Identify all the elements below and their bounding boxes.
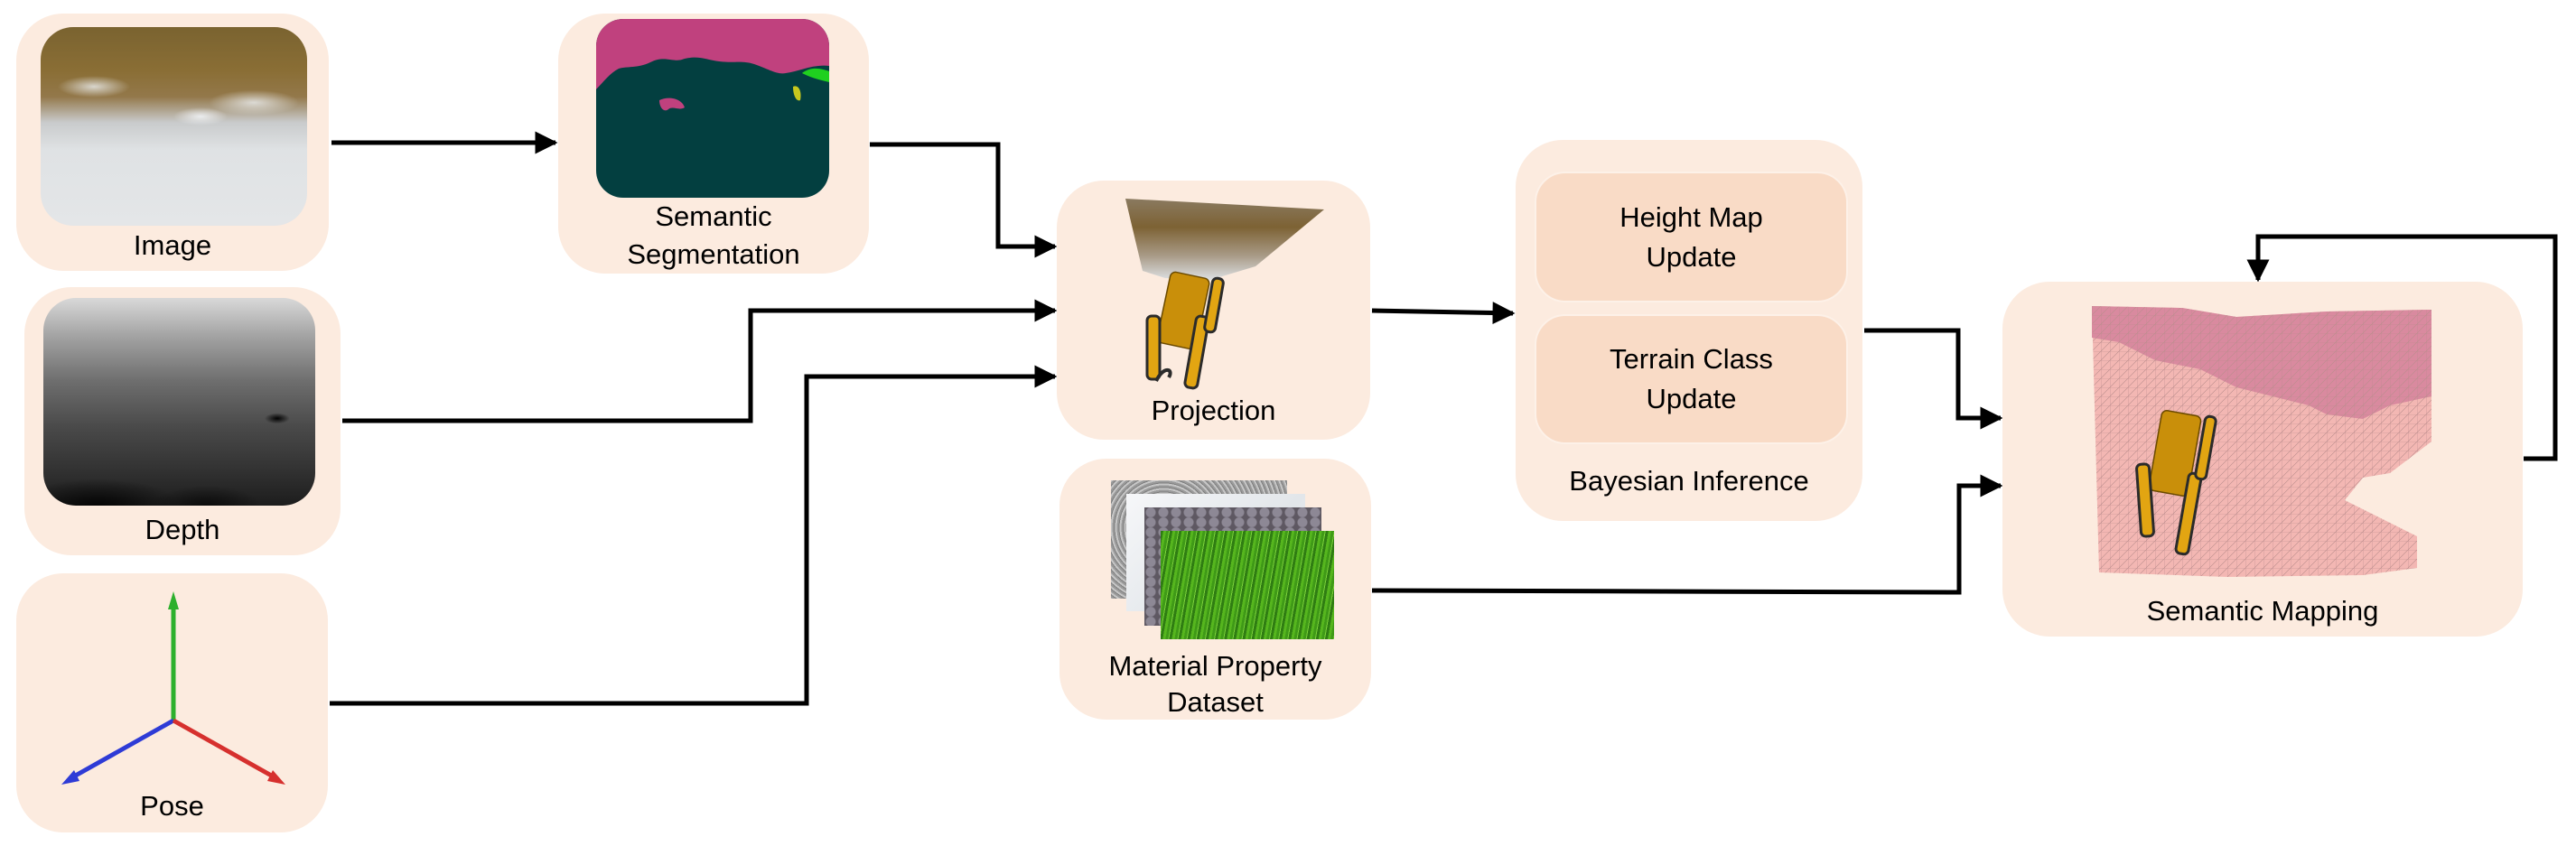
robot-on-semantic-mesh-map bbox=[2092, 306, 2431, 577]
node-semantic-segmentation-label-line1: Semantic bbox=[655, 200, 772, 232]
node-semantic-mapping[interactable]: Semantic Mapping bbox=[2002, 282, 2523, 637]
edge-depth-to-projection bbox=[342, 299, 1058, 423]
node-image[interactable]: Image bbox=[16, 14, 329, 271]
node-material-property-dataset[interactable]: Material Property Dataset bbox=[1059, 459, 1371, 720]
node-bayesian-inference[interactable]: Height Map Update Terrain Class Update B… bbox=[1516, 140, 1862, 521]
node-depth-label: Depth bbox=[145, 514, 220, 545]
node-material-label-line2: Dataset bbox=[1167, 686, 1264, 718]
edge-pose-to-projection bbox=[330, 365, 1058, 706]
terrain-class-update-line2: Update bbox=[1646, 383, 1737, 414]
edge-projection-to-bayesian bbox=[1371, 302, 1516, 325]
node-material-label-line1: Material Property bbox=[1108, 650, 1322, 682]
node-semantic-segmentation-label-line2: Segmentation bbox=[627, 238, 800, 270]
edge-segmentation-to-projection bbox=[870, 142, 1058, 258]
node-projection-label: Projection bbox=[1151, 395, 1276, 426]
node-pose[interactable]: Pose bbox=[16, 573, 328, 832]
terrain-class-update-line1: Terrain Class bbox=[1610, 343, 1773, 375]
node-image-label: Image bbox=[133, 229, 212, 261]
node-depth[interactable]: Depth bbox=[24, 287, 341, 555]
grayscale-depth-map bbox=[43, 298, 315, 506]
node-projection[interactable]: Projection bbox=[1057, 181, 1370, 440]
segmentation-mask bbox=[596, 19, 829, 198]
node-semantic-mapping-label: Semantic Mapping bbox=[2146, 595, 2379, 627]
snowy-grass-photo bbox=[41, 27, 307, 226]
node-semantic-segmentation[interactable]: Semantic Segmentation bbox=[558, 14, 869, 274]
height-map-update-line1: Height Map bbox=[1619, 200, 1763, 233]
robot-icon bbox=[1145, 271, 1225, 390]
material-grass-image bbox=[1161, 531, 1334, 639]
node-bayesian-inference-label: Bayesian Inference bbox=[1569, 465, 1809, 497]
edge-bayesian-to-mapping bbox=[1864, 328, 2003, 430]
sub-block-height-map-update[interactable]: Height Map Update bbox=[1535, 172, 1848, 302]
height-map-update-line2: Update bbox=[1646, 240, 1737, 273]
sub-block-terrain-class-update[interactable]: Terrain Class Update bbox=[1535, 314, 1848, 444]
node-pose-label: Pose bbox=[140, 790, 204, 822]
